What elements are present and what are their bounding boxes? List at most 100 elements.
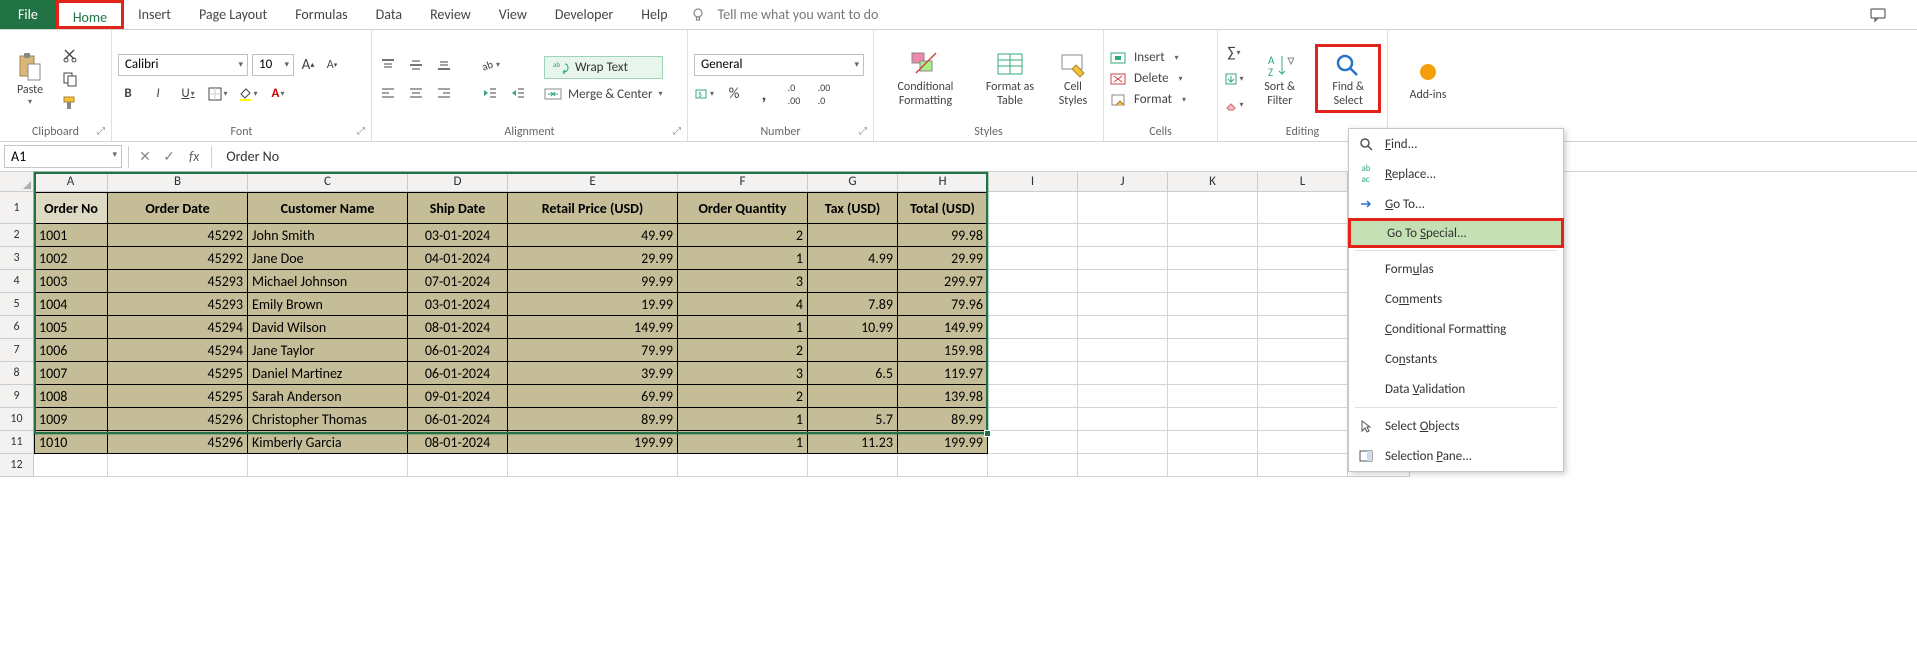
col-head-D[interactable]: D bbox=[408, 172, 508, 192]
row-head-11[interactable]: 11 bbox=[0, 431, 34, 454]
cell[interactable]: 45294 bbox=[108, 339, 248, 362]
cell[interactable] bbox=[988, 293, 1078, 316]
col-head-L[interactable]: L bbox=[1258, 172, 1348, 192]
menu-replace[interactable]: abac Replace... bbox=[1349, 159, 1563, 189]
menu-comments[interactable]: Comments bbox=[1349, 284, 1563, 314]
insert-cells-button[interactable]: Insert▾ bbox=[1110, 50, 1179, 65]
comments-button[interactable] bbox=[1839, 0, 1917, 29]
increase-indent-button[interactable] bbox=[508, 83, 528, 103]
cell[interactable] bbox=[988, 192, 1078, 224]
tab-insert[interactable]: Insert bbox=[124, 0, 185, 29]
addins-button[interactable]: Add-ins bbox=[1404, 54, 1453, 104]
header-cell[interactable]: Total (USD) bbox=[898, 192, 988, 224]
cell[interactable]: 1 bbox=[678, 431, 808, 454]
name-box[interactable]: A1 bbox=[4, 145, 122, 168]
orientation-button[interactable]: ab bbox=[480, 55, 500, 75]
cell[interactable]: 39.99 bbox=[508, 362, 678, 385]
cell[interactable] bbox=[988, 362, 1078, 385]
cell[interactable]: 45295 bbox=[108, 362, 248, 385]
cell[interactable] bbox=[1258, 408, 1348, 431]
borders-button[interactable] bbox=[208, 84, 228, 104]
col-head-F[interactable]: F bbox=[678, 172, 808, 192]
cell[interactable]: 29.99 bbox=[898, 247, 988, 270]
cell[interactable] bbox=[1258, 339, 1348, 362]
cell[interactable] bbox=[1078, 431, 1168, 454]
cell[interactable]: 79.99 bbox=[508, 339, 678, 362]
cell[interactable] bbox=[988, 316, 1078, 339]
cell[interactable]: 139.98 bbox=[898, 385, 988, 408]
conditional-formatting-button[interactable]: Conditional Formatting bbox=[880, 47, 971, 109]
header-cell[interactable]: Ship Date bbox=[408, 192, 508, 224]
sort-filter-button[interactable]: AZ Sort & Filter bbox=[1250, 47, 1309, 109]
cell[interactable] bbox=[988, 408, 1078, 431]
align-left-button[interactable] bbox=[378, 83, 398, 103]
row-head-12[interactable]: 12 bbox=[0, 454, 34, 477]
formula-input[interactable]: Order No bbox=[216, 148, 1917, 165]
cell[interactable] bbox=[1258, 293, 1348, 316]
cell[interactable] bbox=[1258, 431, 1348, 454]
tab-data[interactable]: Data bbox=[362, 0, 416, 29]
cell[interactable]: 69.99 bbox=[508, 385, 678, 408]
cell[interactable] bbox=[988, 385, 1078, 408]
cell[interactable] bbox=[1168, 408, 1258, 431]
cell[interactable] bbox=[408, 454, 508, 477]
cell[interactable] bbox=[1078, 192, 1168, 224]
col-head-K[interactable]: K bbox=[1168, 172, 1258, 192]
align-right-button[interactable] bbox=[434, 83, 454, 103]
cell[interactable]: 11.23 bbox=[808, 431, 898, 454]
cell[interactable]: Christopher Thomas bbox=[248, 408, 408, 431]
cell[interactable] bbox=[1258, 385, 1348, 408]
align-middle-button[interactable] bbox=[406, 55, 426, 75]
cell[interactable]: 1003 bbox=[34, 270, 108, 293]
format-cells-button[interactable]: Format▾ bbox=[1110, 92, 1186, 107]
increase-decimal-button[interactable]: .0.00 bbox=[784, 84, 804, 104]
cell[interactable] bbox=[1258, 270, 1348, 293]
cell[interactable]: Sarah Anderson bbox=[248, 385, 408, 408]
cell[interactable]: 45296 bbox=[108, 431, 248, 454]
delete-cells-button[interactable]: Delete▾ bbox=[1110, 71, 1183, 86]
cell[interactable]: 7.89 bbox=[808, 293, 898, 316]
cell[interactable]: 99.98 bbox=[898, 224, 988, 247]
cell[interactable]: 6.5 bbox=[808, 362, 898, 385]
menu-conditional-formatting[interactable]: Conditional Formatting bbox=[1349, 314, 1563, 344]
cell[interactable] bbox=[988, 431, 1078, 454]
fill-handle[interactable] bbox=[984, 430, 991, 437]
cell[interactable]: 79.96 bbox=[898, 293, 988, 316]
col-head-E[interactable]: E bbox=[508, 172, 678, 192]
tab-review[interactable]: Review bbox=[416, 0, 485, 29]
cell[interactable]: 1 bbox=[678, 316, 808, 339]
col-head-I[interactable]: I bbox=[988, 172, 1078, 192]
cell[interactable]: 1004 bbox=[34, 293, 108, 316]
cell[interactable] bbox=[1258, 224, 1348, 247]
cell[interactable] bbox=[988, 270, 1078, 293]
cell[interactable]: 1001 bbox=[34, 224, 108, 247]
cell[interactable]: Jane Doe bbox=[248, 247, 408, 270]
cell[interactable]: 199.99 bbox=[508, 431, 678, 454]
cell[interactable] bbox=[1258, 454, 1348, 477]
row-head-2[interactable]: 2 bbox=[0, 224, 34, 247]
cell[interactable]: 45296 bbox=[108, 408, 248, 431]
cancel-formula-button[interactable]: ✕ bbox=[133, 148, 157, 165]
copy-button[interactable] bbox=[60, 69, 80, 89]
cell[interactable] bbox=[808, 454, 898, 477]
decrease-decimal-button[interactable]: .00.0 bbox=[814, 84, 834, 104]
tab-page-layout[interactable]: Page Layout bbox=[185, 0, 281, 29]
select-all-corner[interactable] bbox=[0, 172, 34, 192]
cell[interactable] bbox=[1168, 224, 1258, 247]
cell[interactable]: 3 bbox=[678, 270, 808, 293]
cell[interactable]: Michael Johnson bbox=[248, 270, 408, 293]
cell[interactable]: 06-01-2024 bbox=[408, 362, 508, 385]
cell[interactable] bbox=[1078, 408, 1168, 431]
cell[interactable]: 10.99 bbox=[808, 316, 898, 339]
cell[interactable]: 45295 bbox=[108, 385, 248, 408]
format-as-table-button[interactable]: Format as Table bbox=[977, 47, 1043, 109]
cell[interactable]: 99.99 bbox=[508, 270, 678, 293]
cell[interactable]: 03-01-2024 bbox=[408, 293, 508, 316]
tab-help[interactable]: Help bbox=[627, 0, 681, 29]
tab-developer[interactable]: Developer bbox=[541, 0, 627, 29]
cell[interactable] bbox=[808, 385, 898, 408]
bold-button[interactable]: B bbox=[118, 84, 138, 104]
cell[interactable] bbox=[1078, 247, 1168, 270]
cell[interactable]: 3 bbox=[678, 362, 808, 385]
tell-me-search[interactable]: Tell me what you want to do bbox=[682, 0, 889, 29]
